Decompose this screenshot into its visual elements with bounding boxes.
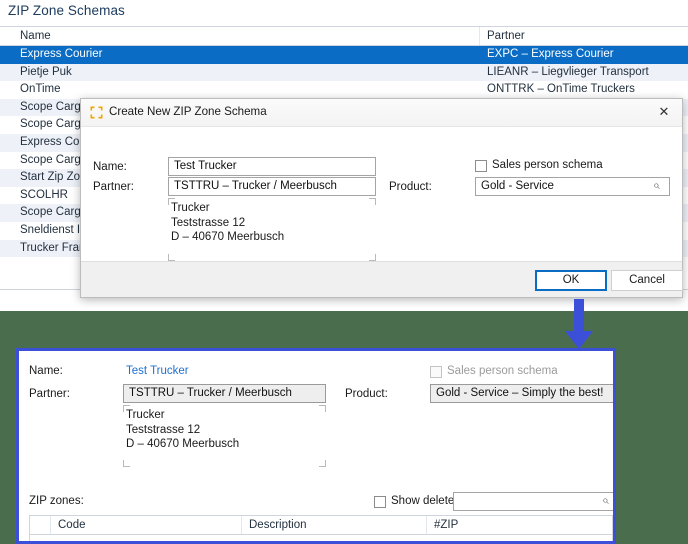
dialog-product-input[interactable]: Gold - Service: [475, 177, 670, 196]
dialog-sales-person-schema-label[interactable]: Sales person schema: [492, 159, 603, 171]
corner-mark-bottom-left: [123, 460, 130, 467]
table-row[interactable]: [30, 535, 612, 541]
dialog-partner-label: Partner:: [93, 181, 134, 193]
cell-partner: EXPC – Express Courier: [487, 48, 614, 60]
ok-button[interactable]: OK: [535, 270, 607, 291]
cell-partner: ONTTRK – OnTime Truckers: [487, 83, 635, 96]
dialog-partner-input[interactable]: TSTTRU – Trucker / Meerbusch: [168, 177, 376, 196]
column-header-zip-count[interactable]: #ZIP: [434, 519, 458, 531]
close-icon[interactable]: ✕: [650, 102, 678, 122]
cell-name: Scope Cargo: [20, 206, 88, 219]
detail-partner-input[interactable]: TSTTRU – Trucker / Meerbusch: [123, 384, 326, 403]
zip-zones-table[interactable]: Code Description #ZIP: [29, 515, 613, 541]
table-column-separator: [426, 516, 427, 534]
table-row[interactable]: Pietje Puk LIEANR – Liegvlieger Transport: [0, 63, 688, 82]
address-line-2: Teststrasse 12: [171, 216, 246, 229]
zip-zones-table-header: Code Description #ZIP: [30, 516, 612, 535]
dialog-product-label: Product:: [389, 181, 432, 193]
column-header-name[interactable]: Name: [20, 30, 51, 42]
detail-sales-person-schema-checkbox: [430, 366, 442, 378]
column-header-code[interactable]: Code: [58, 519, 86, 531]
show-deleted-checkbox[interactable]: [374, 496, 386, 508]
corner-mark-bottom-right: [319, 460, 326, 467]
table-row[interactable]: Express Courier EXPC – Express Courier: [0, 46, 688, 64]
cell-name: OnTime: [20, 83, 61, 96]
zip-zones-label: ZIP zones:: [29, 495, 84, 507]
magnifier-icon[interactable]: ⌕: [602, 493, 609, 508]
cell-name: SCOLHR: [20, 188, 68, 201]
corner-mark-bottom-left: [168, 254, 175, 261]
corner-mark-top-left: [168, 198, 175, 205]
corner-mark-bottom-right: [369, 254, 376, 261]
column-header-description[interactable]: Description: [249, 519, 307, 531]
detail-name-label: Name:: [29, 365, 63, 377]
grid-column-separator: [479, 27, 480, 45]
cell-name: Scope Cargo: [20, 153, 88, 166]
show-deleted-label[interactable]: Show deleted: [391, 495, 461, 507]
cell-name: Scope Cargo: [20, 118, 88, 131]
zip-zones-search-input[interactable]: [453, 492, 613, 511]
address-line-1: Trucker: [171, 202, 210, 214]
create-zip-zone-schema-dialog: Create New ZIP Zone Schema ✕ Name: Test …: [80, 98, 683, 298]
table-column-separator: [50, 516, 51, 534]
cell-name: Express Courier: [20, 48, 103, 60]
zip-zone-schema-detail-panel: Name: Test Trucker Partner: TSTTRU – Tru…: [16, 348, 616, 544]
address-line-3: D – 40670 Meerbusch: [126, 438, 240, 450]
cancel-button[interactable]: Cancel: [611, 270, 683, 291]
corner-mark-top-right: [319, 405, 326, 412]
cell-partner: LIEANR – Liegvlieger Transport: [487, 65, 649, 78]
dialog-name-label: Name:: [93, 161, 127, 173]
detail-panel-inner: Name: Test Trucker Partner: TSTTRU – Tru…: [19, 351, 613, 541]
dialog-name-input[interactable]: Test Trucker: [168, 157, 376, 176]
cell-name: Scope Cargo: [20, 100, 88, 113]
detail-product-label: Product:: [345, 388, 388, 400]
corner-mark-top-right: [369, 198, 376, 205]
dialog-titlebar[interactable]: Create New ZIP Zone Schema ✕: [81, 99, 682, 127]
page-title: ZIP Zone Schemas: [8, 3, 125, 18]
address-line-2: Teststrasse 12: [126, 423, 201, 436]
magnifier-icon[interactable]: ⌕: [653, 178, 660, 193]
dialog-title: Create New ZIP Zone Schema: [109, 105, 267, 118]
down-arrow-icon: [565, 299, 593, 349]
detail-product-input[interactable]: Gold - Service – Simply the best!: [430, 384, 613, 403]
detail-partner-address: Trucker Teststrasse 12 D – 40670 Meerbus…: [123, 405, 326, 467]
cell-name: Pietje Puk: [20, 65, 72, 78]
detail-partner-label: Partner:: [29, 388, 70, 400]
app-window-icon: [90, 106, 103, 119]
dialog-footer: OK Cancel: [81, 261, 683, 297]
corner-mark-top-left: [123, 405, 130, 412]
table-row[interactable]: OnTime ONTTRK – OnTime Truckers: [0, 81, 688, 99]
detail-name-link[interactable]: Test Trucker: [126, 365, 189, 377]
dialog-sales-person-schema-checkbox[interactable]: [475, 160, 487, 172]
dialog-partner-address: Trucker Teststrasse 12 D – 40670 Meerbus…: [168, 198, 376, 261]
column-header-partner[interactable]: Partner: [487, 30, 525, 42]
address-line-1: Trucker: [126, 409, 165, 421]
detail-sales-person-schema-label: Sales person schema: [447, 365, 558, 377]
address-line-3: D – 40670 Meerbusch: [171, 231, 285, 243]
grid-header-row: Name Partner: [0, 27, 688, 46]
dialog-body: Name: Test Trucker Partner: TSTTRU – Tru…: [81, 127, 682, 261]
table-column-separator: [241, 516, 242, 534]
